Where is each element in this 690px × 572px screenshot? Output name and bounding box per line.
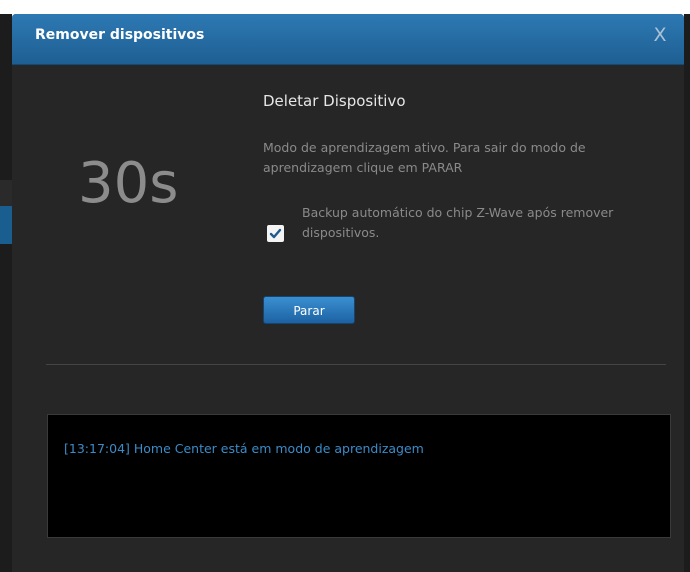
divider (46, 364, 666, 365)
background-app-right (684, 14, 690, 572)
remove-devices-dialog: Remover dispositivos X 30s Deletar Dispo… (12, 14, 684, 572)
section-heading: Deletar Dispositivo (263, 92, 406, 110)
backup-checkbox-label: Backup automático do chip Z-Wave após re… (302, 205, 614, 240)
log-panel: [13:17:04] Home Center está em modo de a… (47, 414, 671, 538)
background-selected-strip (0, 206, 12, 244)
stop-button[interactable]: Parar (263, 296, 355, 324)
log-line: [13:17:04] Home Center está em modo de a… (64, 441, 424, 456)
countdown-timer: 30s (78, 151, 179, 216)
page: Remover dispositivos X 30s Deletar Dispo… (0, 0, 690, 572)
learning-mode-info: Modo de aprendizagem ativo. Para sair do… (263, 140, 586, 175)
background-strip (0, 180, 12, 206)
backup-checkbox[interactable] (267, 225, 284, 242)
dialog-title: Remover dispositivos (35, 27, 205, 43)
checkmark-icon (269, 228, 282, 239)
background-app-left (0, 14, 12, 572)
close-button[interactable]: X (650, 23, 670, 47)
dialog-titlebar: Remover dispositivos X (12, 14, 684, 65)
